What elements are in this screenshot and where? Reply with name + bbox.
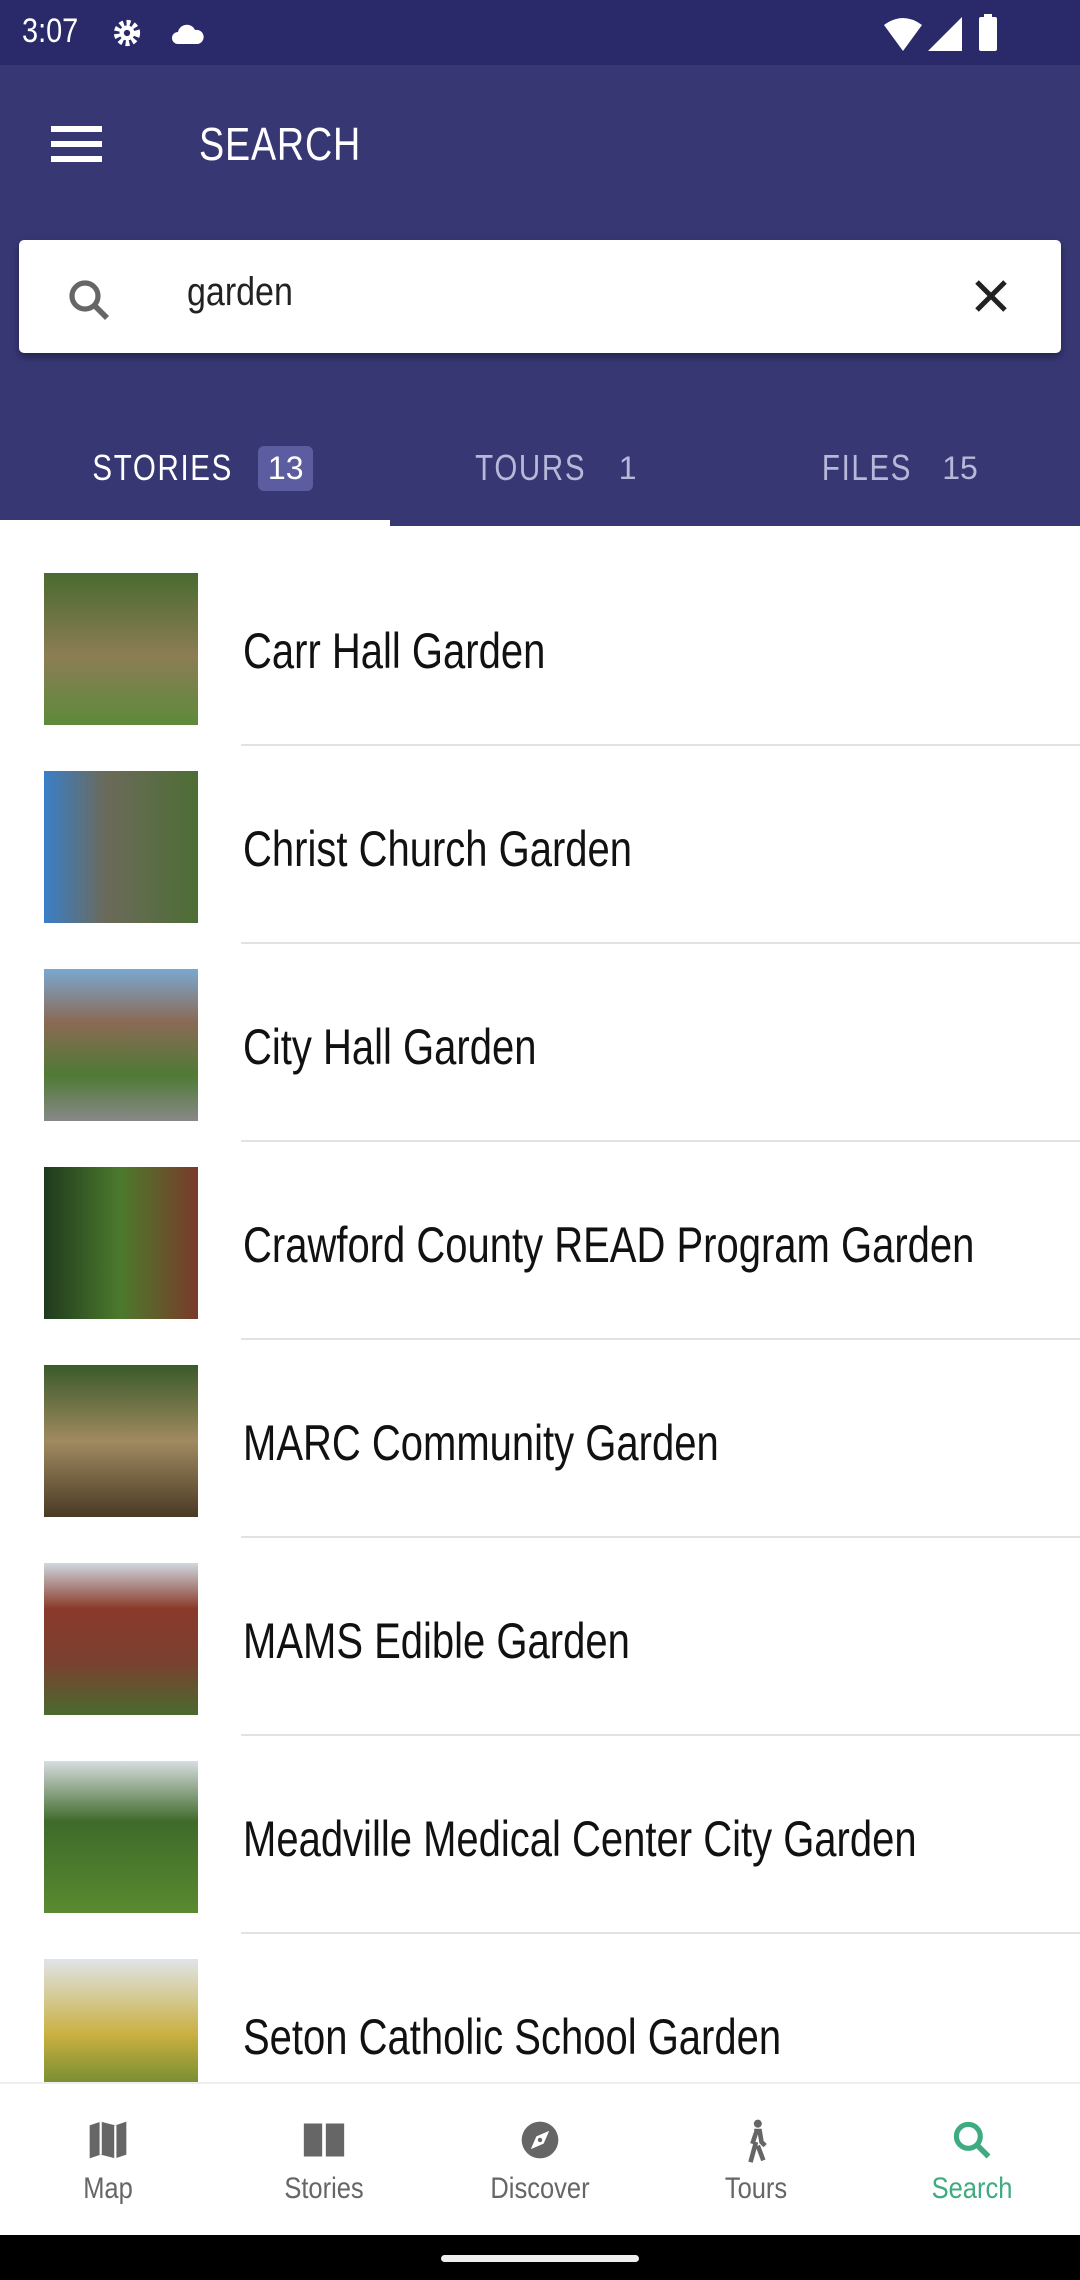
- nav-label: Search: [931, 2172, 1013, 2205]
- search-icon: [69, 280, 109, 320]
- cloud-icon: [172, 24, 204, 44]
- compass-icon: [521, 2121, 559, 2159]
- list-item[interactable]: Crawford County READ Program Garden: [0, 1120, 1080, 1340]
- bottom-nav: Map Stories Discover Tours Search: [0, 2082, 1080, 2235]
- search-input[interactable]: garden: [187, 270, 293, 315]
- home-gesture-handle[interactable]: [441, 2255, 639, 2262]
- tab-tours[interactable]: TOURS 1: [390, 410, 720, 526]
- item-title: Christ Church Garden: [243, 821, 633, 877]
- item-title: Meadville Medical Center City Garden: [243, 1811, 917, 1867]
- thumbnail: [44, 1761, 198, 1913]
- book-icon: [303, 2123, 345, 2157]
- tab-label: FILES: [822, 447, 913, 488]
- tab-count: 13: [257, 445, 314, 491]
- walk-icon: [748, 2119, 767, 2163]
- result-tabs: STORIES 13 TOURS 1 FILES 15: [0, 410, 1080, 526]
- search-bar: garden: [19, 240, 1061, 353]
- list-item[interactable]: MARC Community Garden: [0, 1318, 1080, 1538]
- tab-label: TOURS: [475, 447, 587, 488]
- list-item[interactable]: MAMS Edible Garden: [0, 1516, 1080, 1736]
- menu-button[interactable]: [51, 126, 102, 162]
- nav-label: Map: [83, 2172, 133, 2205]
- list-item[interactable]: Carr Hall Garden: [0, 526, 1080, 746]
- nav-label: Discover: [490, 2172, 590, 2205]
- list-item[interactable]: Seton Catholic School Garden: [0, 1912, 1080, 2082]
- app-header: SEARCH garden STORIES 13 TOURS 1 FILES 15: [0, 65, 1080, 526]
- item-title: Carr Hall Garden: [243, 623, 546, 679]
- item-title: Seton Catholic School Garden: [243, 2009, 782, 2065]
- status-bar: 3:07: [0, 0, 1080, 65]
- settings-icon: [113, 19, 141, 47]
- thumbnail: [44, 969, 198, 1121]
- item-title: MARC Community Garden: [243, 1415, 719, 1471]
- map-icon: [89, 2121, 127, 2159]
- nav-map[interactable]: Map: [0, 2084, 216, 2237]
- list-item[interactable]: Christ Church Garden: [0, 724, 1080, 944]
- nav-label: Tours: [724, 2172, 788, 2205]
- item-title: City Hall Garden: [243, 1019, 537, 1075]
- item-title: Crawford County READ Program Garden: [243, 1217, 975, 1273]
- tab-stories[interactable]: STORIES 13: [0, 410, 390, 526]
- wifi-icon: [884, 18, 922, 51]
- nav-search[interactable]: Search: [864, 2084, 1080, 2237]
- page-title: SEARCH: [199, 118, 362, 170]
- list-item[interactable]: City Hall Garden: [0, 922, 1080, 1142]
- nav-stories[interactable]: Stories: [216, 2084, 432, 2237]
- battery-icon: [979, 14, 997, 51]
- list-item[interactable]: Meadville Medical Center City Garden: [0, 1714, 1080, 1934]
- signal-icon: [928, 17, 962, 51]
- status-time: 3:07: [22, 12, 79, 50]
- tab-count: 1: [618, 449, 637, 486]
- thumbnail: [44, 573, 198, 725]
- thumbnail: [44, 1167, 198, 1319]
- thumbnail: [44, 1563, 198, 1715]
- nav-label: Stories: [284, 2172, 364, 2205]
- tab-count: 15: [942, 449, 978, 486]
- search-icon: [953, 2121, 991, 2159]
- item-title: MAMS Edible Garden: [243, 1613, 630, 1669]
- thumbnail: [44, 1959, 198, 2082]
- thumbnail: [44, 1365, 198, 1517]
- tab-label: STORIES: [91, 447, 233, 488]
- nav-discover[interactable]: Discover: [432, 2084, 648, 2237]
- results-list[interactable]: Carr Hall Garden Christ Church Garden Ci…: [0, 526, 1080, 2082]
- nav-tours[interactable]: Tours: [648, 2084, 864, 2237]
- system-nav-bar: [0, 2235, 1080, 2280]
- tab-files[interactable]: FILES 15: [720, 410, 1080, 526]
- clear-search-button[interactable]: [973, 278, 1009, 314]
- thumbnail: [44, 771, 198, 923]
